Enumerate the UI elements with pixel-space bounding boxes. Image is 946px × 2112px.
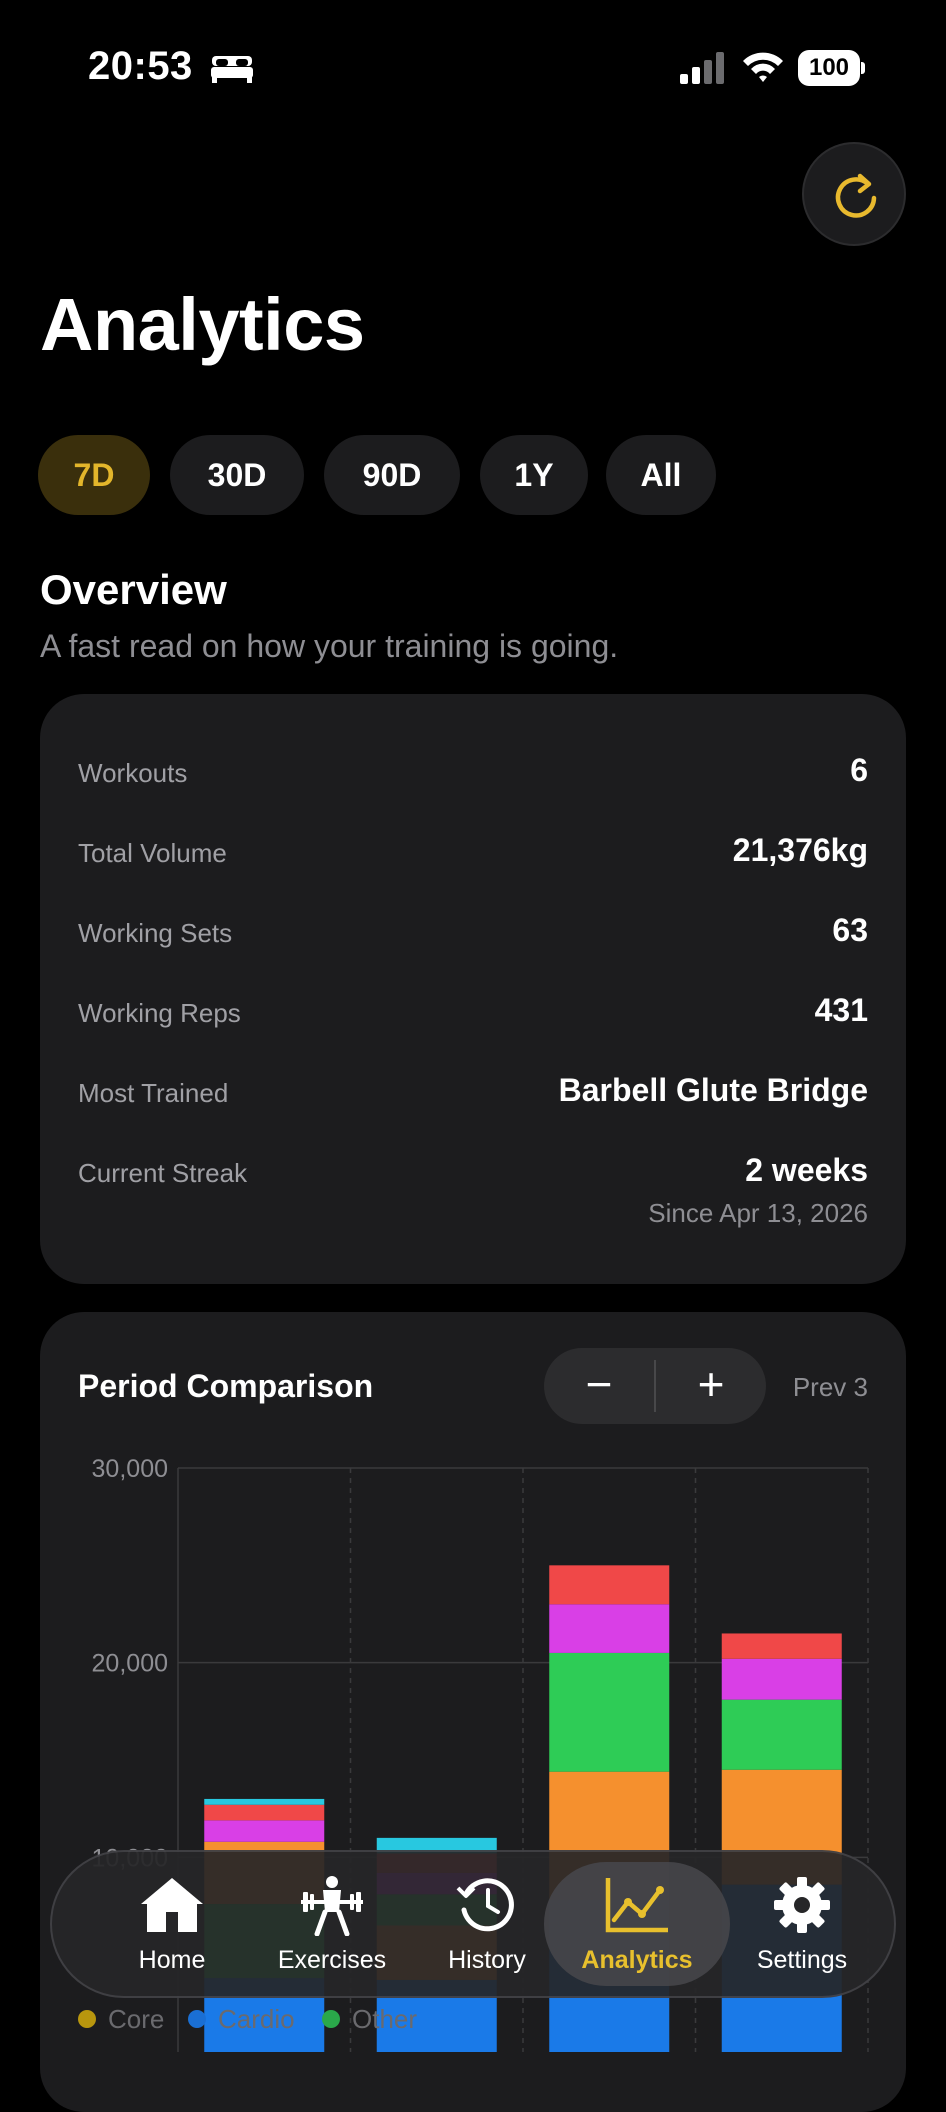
tab-settings-label: Settings bbox=[756, 1946, 848, 1974]
overview-subtitle: A fast read on how your training is goin… bbox=[40, 628, 619, 664]
decrease-periods-button[interactable]: − bbox=[544, 1348, 654, 1424]
bar-segment-red bbox=[204, 1804, 325, 1821]
legend-dot-core bbox=[78, 2010, 96, 2028]
tab-history[interactable]: History bbox=[412, 1862, 562, 1986]
bar-segment-green bbox=[721, 1699, 842, 1770]
legend-label-core: Core bbox=[108, 2004, 165, 2034]
tab-bar: Home Exercises History Analytics Setting… bbox=[50, 1850, 896, 1998]
signal-icon bbox=[680, 52, 724, 84]
refresh-icon bbox=[835, 173, 877, 218]
legend-dot-cardio bbox=[188, 2010, 206, 2028]
weightlifter-icon bbox=[301, 1876, 363, 1936]
range-chip-1y[interactable]: 1Y bbox=[480, 435, 588, 515]
tab-analytics-label: Analytics bbox=[581, 1946, 693, 1974]
stat-label-current-streak: Current Streak bbox=[78, 1158, 248, 1188]
prev-periods-label: Prev 3 bbox=[792, 1372, 868, 1402]
house-icon bbox=[141, 1878, 203, 1932]
legend-dot-other bbox=[322, 2010, 340, 2028]
tab-settings[interactable]: Settings bbox=[722, 1862, 882, 1986]
increase-periods-button[interactable]: + bbox=[656, 1348, 766, 1424]
stat-label-workouts: Workouts bbox=[78, 758, 188, 788]
tab-exercises-label: Exercises bbox=[277, 1946, 387, 1974]
range-chip-90d[interactable]: 90D bbox=[324, 435, 460, 515]
y-tick-label: 20,000 bbox=[92, 1650, 168, 1678]
legend-label-other: Other bbox=[352, 2004, 418, 2034]
bar-segment-red bbox=[721, 1633, 842, 1659]
overview-title: Overview bbox=[40, 566, 227, 613]
tab-exercises[interactable]: Exercises bbox=[252, 1862, 412, 1986]
stat-value-working-sets: 63 bbox=[832, 912, 868, 948]
bar-segment-red bbox=[549, 1565, 670, 1605]
chart-line-icon bbox=[605, 1878, 668, 1933]
gear-icon bbox=[774, 1877, 830, 1933]
bar-segment-magenta bbox=[204, 1820, 325, 1842]
bar-segment-magenta bbox=[549, 1604, 670, 1653]
overview-card: Workouts 6 Total Volume 21,376kg Working… bbox=[40, 694, 906, 1284]
stat-value-working-reps: 431 bbox=[814, 992, 868, 1028]
bed-icon bbox=[211, 56, 253, 83]
tab-home[interactable]: Home bbox=[92, 1862, 252, 1986]
period-comparison-title: Period Comparison bbox=[78, 1368, 374, 1404]
range-chip-all[interactable]: All bbox=[606, 435, 716, 515]
stat-value-total-volume: 21,376kg bbox=[732, 832, 868, 868]
refresh-button[interactable] bbox=[802, 142, 906, 246]
page-title: Analytics bbox=[40, 283, 365, 366]
stat-label-total-volume: Total Volume bbox=[78, 838, 227, 868]
period-stepper: − + bbox=[544, 1348, 766, 1424]
bar-segment-magenta bbox=[721, 1658, 842, 1700]
stat-value-current-streak: 2 weeks bbox=[745, 1152, 868, 1188]
tab-analytics[interactable]: Analytics bbox=[544, 1862, 730, 1986]
y-tick-label: 30,000 bbox=[92, 1455, 168, 1483]
bar-segment-cyan bbox=[204, 1798, 325, 1805]
stat-sub-current-streak: Since Apr 13, 2026 bbox=[648, 1198, 868, 1228]
range-chip-30d[interactable]: 30D bbox=[170, 435, 304, 515]
stat-label-working-reps: Working Reps bbox=[78, 998, 241, 1028]
battery-percent: 100 bbox=[808, 54, 850, 81]
bar-segment-green bbox=[549, 1652, 670, 1772]
stat-label-working-sets: Working Sets bbox=[78, 918, 233, 948]
status-time: 20:53 bbox=[88, 44, 193, 88]
stat-value-workouts: 6 bbox=[850, 752, 868, 788]
wifi-icon bbox=[743, 52, 783, 82]
range-chip-7d[interactable]: 7D bbox=[38, 435, 150, 515]
tab-home-label: Home bbox=[138, 1946, 206, 1974]
tab-history-label: History bbox=[448, 1946, 526, 1974]
legend-label-cardio: Cardio bbox=[218, 2004, 295, 2034]
stat-label-most-trained: Most Trained bbox=[78, 1078, 229, 1108]
battery-indicator: 100 bbox=[798, 50, 866, 86]
stat-value-most-trained: Barbell Glute Bridge bbox=[558, 1072, 868, 1108]
history-clock-icon bbox=[456, 1878, 514, 1932]
